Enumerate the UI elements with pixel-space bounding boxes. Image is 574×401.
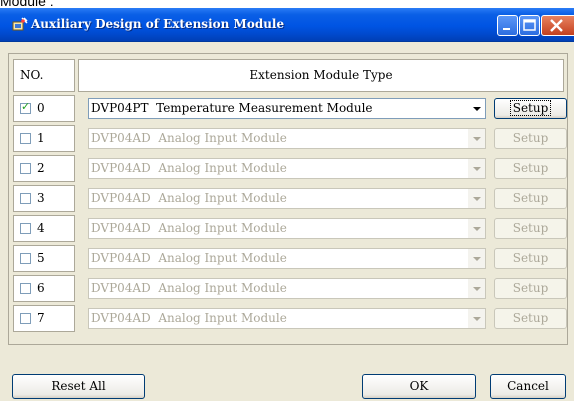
row-number: 3	[37, 191, 45, 205]
caption-fragment: Module :	[0, 0, 54, 9]
setup-button[interactable]: Setup	[494, 158, 567, 179]
chevron-down-icon	[473, 257, 481, 261]
setup-button-label: Setup	[512, 191, 549, 205]
enable-checkbox[interactable]	[20, 253, 31, 264]
module-type-dropdown[interactable]: DVP04AD Analog Input Module	[88, 128, 486, 149]
type-column-header: Extension Module Type	[78, 59, 564, 92]
setup-button[interactable]: Setup	[494, 248, 567, 269]
module-type-value: DVP04AD Analog Input Module	[91, 191, 287, 205]
setup-button-label: Setup	[512, 131, 549, 145]
dialog-window: Auxiliary Design of Extension Module NO.…	[0, 8, 574, 401]
dropdown-arrow-button[interactable]	[467, 279, 485, 298]
setup-button[interactable]: Setup	[494, 128, 567, 149]
row-number: 5	[37, 251, 45, 265]
enable-checkbox[interactable]	[20, 133, 31, 144]
setup-button-label: Setup	[512, 221, 549, 235]
enable-checkbox[interactable]	[20, 283, 31, 294]
row-number: 0	[37, 101, 45, 115]
setup-button-label: Setup	[509, 100, 552, 116]
setup-button[interactable]: Setup	[494, 278, 567, 299]
row-number-cell: 2	[13, 155, 75, 182]
row-number-cell: 5	[13, 245, 75, 272]
setup-button-label: Setup	[512, 161, 549, 175]
chevron-down-icon	[473, 137, 481, 141]
row-number-cell: 4	[13, 215, 75, 242]
ok-button[interactable]: OK	[362, 374, 476, 399]
dropdown-arrow-button[interactable]	[467, 249, 485, 268]
setup-button[interactable]: Setup	[494, 308, 567, 329]
row-number-cell: 0	[13, 95, 75, 122]
row-number: 4	[37, 221, 45, 235]
row-number-cell: 6	[13, 275, 75, 302]
dropdown-arrow-button[interactable]	[467, 129, 485, 148]
close-button[interactable]	[541, 15, 574, 36]
title-bar[interactable]: Auxiliary Design of Extension Module	[0, 8, 574, 42]
module-type-value: DVP04AD Analog Input Module	[91, 161, 287, 175]
enable-checkbox[interactable]	[20, 100, 31, 114]
chevron-down-icon	[473, 107, 481, 111]
minimize-button[interactable]	[497, 15, 518, 36]
row-number: 6	[37, 281, 45, 295]
close-icon	[550, 19, 563, 32]
maximize-button[interactable]	[519, 15, 540, 36]
module-type-dropdown[interactable]: DVP04AD Analog Input Module	[88, 278, 486, 299]
module-type-value: DVP04AD Analog Input Module	[91, 281, 287, 295]
row-number: 2	[37, 161, 45, 175]
row-number: 1	[37, 131, 45, 145]
row-number-cell: 1	[13, 125, 75, 152]
row-number-cell: 7	[13, 305, 75, 332]
setup-button-label: Setup	[512, 311, 549, 325]
app-module-icon	[12, 17, 28, 31]
dropdown-arrow-button[interactable]	[467, 189, 485, 208]
module-type-value: DVP04PT Temperature Measurement Module	[91, 101, 373, 115]
setup-button[interactable]: Setup	[494, 218, 567, 239]
maximize-icon	[523, 19, 536, 31]
dropdown-arrow-button[interactable]	[467, 99, 485, 118]
row-number: 7	[37, 311, 45, 325]
setup-button[interactable]: Setup	[494, 98, 567, 119]
module-type-dropdown[interactable]: DVP04PT Temperature Measurement Module	[88, 98, 486, 119]
module-type-dropdown[interactable]: DVP04AD Analog Input Module	[88, 248, 486, 269]
module-type-dropdown[interactable]: DVP04AD Analog Input Module	[88, 158, 486, 179]
chevron-down-icon	[473, 317, 481, 321]
module-type-value: DVP04AD Analog Input Module	[91, 311, 287, 325]
chevron-down-icon	[473, 287, 481, 291]
dropdown-arrow-button[interactable]	[467, 309, 485, 328]
enable-checkbox[interactable]	[20, 223, 31, 234]
chevron-down-icon	[473, 227, 481, 231]
chevron-down-icon	[473, 167, 481, 171]
module-type-dropdown[interactable]: DVP04AD Analog Input Module	[88, 218, 486, 239]
module-type-value: DVP04AD Analog Input Module	[91, 251, 287, 265]
setup-button-label: Setup	[512, 281, 549, 295]
setup-button[interactable]: Setup	[494, 188, 567, 209]
dropdown-arrow-button[interactable]	[467, 159, 485, 178]
module-type-dropdown[interactable]: DVP04AD Analog Input Module	[88, 188, 486, 209]
row-number-cell: 3	[13, 185, 75, 212]
module-type-dropdown[interactable]: DVP04AD Analog Input Module	[88, 308, 486, 329]
reset-all-button[interactable]: Reset All	[12, 374, 145, 399]
enable-checkbox[interactable]	[20, 163, 31, 174]
dropdown-arrow-button[interactable]	[467, 219, 485, 238]
setup-button-label: Setup	[512, 251, 549, 265]
module-type-value: DVP04AD Analog Input Module	[91, 131, 287, 145]
window-title: Auxiliary Design of Extension Module	[31, 17, 285, 31]
enable-checkbox[interactable]	[20, 313, 31, 324]
cancel-button[interactable]: Cancel	[490, 374, 566, 399]
enable-checkbox[interactable]	[20, 193, 31, 204]
minimize-icon	[503, 28, 510, 30]
chevron-down-icon	[473, 197, 481, 201]
no-column-header: NO.	[13, 59, 75, 92]
module-type-value: DVP04AD Analog Input Module	[91, 221, 287, 235]
